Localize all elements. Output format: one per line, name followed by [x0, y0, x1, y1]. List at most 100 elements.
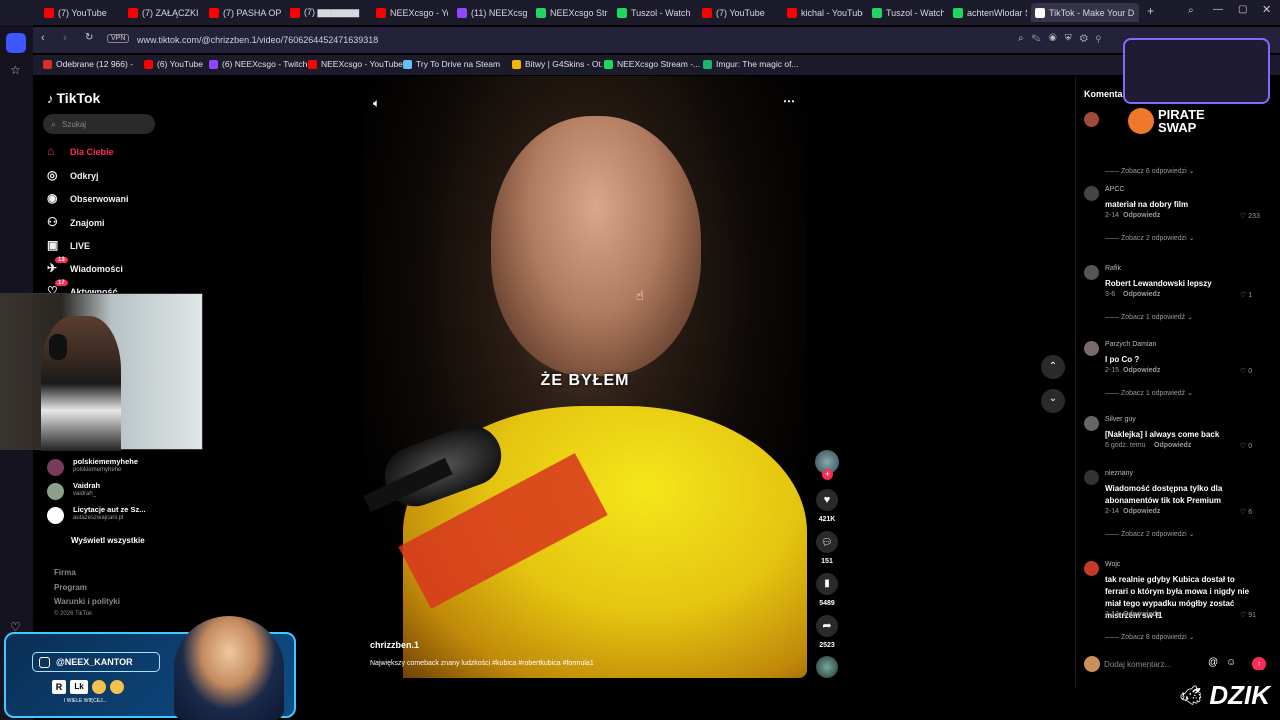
- close-window-button[interactable]: ✕: [1262, 3, 1271, 16]
- footer-link[interactable]: Firma: [54, 568, 76, 577]
- new-tab-button[interactable]: +: [1147, 4, 1154, 18]
- comment-like-button[interactable]: ♡ 6: [1240, 508, 1252, 516]
- save-button[interactable]: ▮: [816, 573, 838, 595]
- comment-like-button[interactable]: ♡ 1: [1240, 291, 1252, 299]
- previous-video-button[interactable]: ⌃: [1041, 355, 1065, 379]
- bookmark-0[interactable]: Odebrane (12 966) -: [43, 59, 133, 69]
- comment-date: 2-13: [1105, 611, 1120, 618]
- search-input[interactable]: ⌕ Szukaj: [43, 114, 155, 134]
- bookmark-4[interactable]: Try To Drive na Steam: [403, 59, 500, 69]
- comment-avatar[interactable]: [1084, 265, 1099, 280]
- comment-like-button[interactable]: ♡ 0: [1240, 442, 1252, 450]
- reload-icon[interactable]: ↻: [85, 32, 93, 43]
- reply-button[interactable]: Odpowiedz: [1154, 442, 1191, 449]
- view-replies-button[interactable]: —— Zobacz 8 odpowiedzi ⌄: [1105, 633, 1195, 641]
- vpn-badge[interactable]: VPN: [107, 34, 130, 43]
- maximize-button[interactable]: ▢: [1238, 4, 1247, 15]
- video-author[interactable]: chrizzben.1: [370, 640, 419, 650]
- tab-10[interactable]: Tuszol - Watch c: [868, 3, 944, 22]
- comment-username[interactable]: Silver guy: [1105, 416, 1136, 423]
- comment-username[interactable]: Rafik: [1105, 265, 1121, 272]
- view-replies-button[interactable]: —— Zobacz 2 odpowiedzi ⌄: [1105, 530, 1195, 538]
- comment-avatar[interactable]: [1084, 416, 1099, 431]
- comment-like-button[interactable]: ♡ 233: [1240, 212, 1260, 220]
- comment-avatar[interactable]: [1084, 341, 1099, 356]
- tiktok-page: ♪ TikTok ⌕ Szukaj ⌂ Dla Ciebie ◎ Odkryj ◉ Obs…: [33, 76, 1280, 688]
- webcam-overlay: [0, 293, 203, 451]
- footer-link[interactable]: Program: [54, 583, 87, 592]
- comment-avatar[interactable]: [1084, 470, 1099, 485]
- comment-like-count: 233: [1248, 213, 1260, 220]
- like-button[interactable]: ♥: [816, 489, 838, 511]
- nav-label: Odkryj: [70, 170, 99, 181]
- star-icon[interactable]: ☆: [10, 63, 21, 77]
- emoji-icon[interactable]: ☺: [1226, 657, 1236, 668]
- comment-avatar[interactable]: [1084, 561, 1099, 576]
- more-options-icon[interactable]: ⋯: [783, 94, 795, 108]
- tab-0[interactable]: (7) YouTube: [40, 3, 118, 22]
- bookmark-1[interactable]: (6) YouTube: [144, 59, 203, 69]
- tab-12[interactable]: TikTok - Make Your D: [1031, 3, 1139, 22]
- reply-button[interactable]: Odpowiedz: [1123, 611, 1160, 618]
- bookmark-5[interactable]: Bitwy | G4Skins - Ot...: [512, 59, 608, 69]
- share-button[interactable]: ➦: [816, 615, 838, 637]
- comment-username[interactable]: Parzych Damian: [1105, 341, 1156, 348]
- comment-button[interactable]: 💬︎: [816, 531, 838, 553]
- comment-avatar[interactable]: [1084, 112, 1099, 127]
- reply-button[interactable]: Odpowiedz: [1123, 367, 1160, 374]
- tab-2[interactable]: (7) PASHA OPIEP: [205, 3, 281, 22]
- tab-4[interactable]: NEEXcsgo - You: [372, 3, 448, 22]
- tab-label: (11) NEEXcsgo -: [471, 7, 527, 18]
- url-field[interactable]: www.tiktok.com/@chrizzben.1/video/760626…: [137, 30, 1037, 50]
- nav-compass[interactable]: ◎ Odkryj: [47, 169, 99, 182]
- bookmark-3[interactable]: NEEXcsgo - YouTube: [308, 59, 403, 69]
- comment-username[interactable]: Wojc: [1105, 561, 1120, 568]
- bookmark-label: Try To Drive na Steam: [416, 59, 501, 69]
- back-icon[interactable]: ‹: [41, 32, 45, 44]
- mention-icon[interactable]: @: [1208, 657, 1218, 668]
- bookmark-7[interactable]: Imgur: The magic of...: [703, 59, 799, 69]
- bookmark-6[interactable]: NEEXcsgo Stream -...: [604, 59, 700, 69]
- tab-6[interactable]: NEEXcsgo Stream: [532, 3, 608, 22]
- volume-icon[interactable]: 🔈︎: [373, 96, 380, 111]
- nav-friends[interactable]: ⚇ Znajomi: [47, 216, 105, 229]
- music-disc-icon[interactable]: [816, 656, 838, 678]
- reply-button[interactable]: Odpowiedz: [1123, 212, 1160, 219]
- comment-avatar[interactable]: [1084, 186, 1099, 201]
- comment-like-button[interactable]: ♡ 91: [1240, 611, 1256, 619]
- view-replies-button[interactable]: —— Zobacz 2 odpowiedzi ⌄: [1105, 234, 1195, 242]
- footer-link[interactable]: Warunki i polityki: [54, 597, 120, 606]
- comment-username[interactable]: APCC: [1105, 186, 1124, 193]
- tab-1[interactable]: (7) ZAŁĄCZKI POD: [124, 3, 200, 22]
- tab-8[interactable]: (7) YouTube: [698, 3, 778, 22]
- view-replies-button[interactable]: —— Zobacz 6 odpowiedzi ⌄: [1105, 167, 1195, 175]
- show-all-link[interactable]: Wyświetl wszystkie: [71, 536, 145, 545]
- bookmark-2[interactable]: (6) NEEXcsgo - Twitch: [209, 59, 307, 69]
- tab-11[interactable]: achtenWlodar St: [949, 3, 1027, 22]
- nav-live[interactable]: ▣ LIVE: [47, 239, 90, 252]
- next-video-button[interactable]: ⌄: [1041, 389, 1065, 413]
- video-player[interactable]: ŻE BYŁEM chrizzben.1 Największy comeback…: [363, 76, 807, 678]
- reply-button[interactable]: Odpowiedz: [1123, 291, 1160, 298]
- forward-icon[interactable]: ›: [63, 32, 67, 44]
- minimize-button[interactable]: —: [1213, 4, 1223, 15]
- send-comment-icon[interactable]: ↑: [1252, 657, 1266, 671]
- tab-9[interactable]: kichal - YouTube: [783, 3, 863, 22]
- nav-following[interactable]: ◉ Obserwowani: [47, 192, 129, 205]
- address-tools-icons[interactable]: ⌕✎◉⛨⚙⚲: [1018, 33, 1109, 44]
- bookmark-label: Bitwy | G4Skins - Ot...: [525, 59, 608, 69]
- tab-7[interactable]: Tuszol - Watch c: [613, 3, 693, 22]
- tab-3[interactable]: (7) ▆▆▆▆▆▆: [286, 3, 366, 22]
- tiktok-logo[interactable]: ♪ TikTok: [47, 90, 100, 106]
- search-tabs-icon[interactable]: ⌕: [1188, 5, 1194, 16]
- nav-home[interactable]: ⌂ Dla Ciebie: [47, 145, 114, 158]
- view-replies-button[interactable]: —— Zobacz 1 odpowiedź ⌄: [1105, 389, 1193, 397]
- view-replies-button[interactable]: —— Zobacz 1 odpowiedź ⌄: [1105, 313, 1193, 321]
- comment-username[interactable]: nieznany: [1105, 470, 1133, 477]
- tab-5[interactable]: (11) NEEXcsgo -: [453, 3, 527, 22]
- reply-button[interactable]: Odpowiedz: [1123, 508, 1160, 515]
- follow-plus-icon[interactable]: +: [822, 469, 833, 480]
- home-sidebar-icon[interactable]: [6, 33, 26, 53]
- comment-like-button[interactable]: ♡ 0: [1240, 367, 1252, 375]
- nav-inbox[interactable]: ✈ 13 Wiadomości: [47, 257, 123, 275]
